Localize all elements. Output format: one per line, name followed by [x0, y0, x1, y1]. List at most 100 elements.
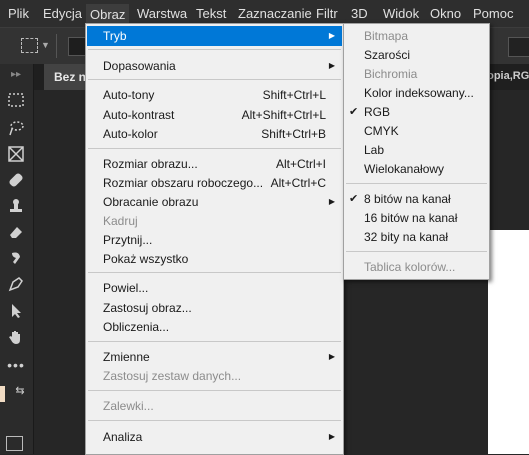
options-right-button[interactable] [508, 37, 529, 57]
menu-item-zmienne[interactable]: Zmienne ▶ [87, 347, 342, 367]
menu-item-shortcut: Alt+Ctrl+I [275, 157, 326, 171]
clone-stamp-tool-icon[interactable] [4, 197, 28, 219]
menu-item-rozmiar-obrazu[interactable]: Rozmiar obrazu... Alt+Ctrl+I [87, 154, 342, 174]
menu-item-label: 8 bitów na kanał [364, 192, 451, 206]
lasso-tool-icon[interactable] [4, 119, 28, 141]
menu-item-auto-tony[interactable]: Auto-tony Shift+Ctrl+L [87, 85, 342, 105]
menu-item-label: Rozmiar obrazu... [103, 157, 198, 171]
menu-separator [88, 390, 341, 391]
mode-item-bichromia: Bichromia [345, 64, 488, 84]
menu-item-label: Wielokanałowy [364, 162, 445, 176]
menu-tekst[interactable]: Tekst [196, 6, 226, 22]
rectangular-marquee-tool-icon[interactable] [4, 92, 28, 114]
eraser-tool-icon[interactable] [4, 223, 28, 245]
menu-item-label: Przytnij... [103, 233, 153, 247]
menu-item-zastosuj-zestaw: Zastosuj zestaw danych... [87, 366, 342, 386]
menu-item-label: Bichromia [364, 67, 418, 81]
menu-item-label: Auto-tony [103, 88, 155, 102]
mode-item-8-bit[interactable]: ✔ 8 bitów na kanał [345, 189, 488, 209]
menu-separator [346, 183, 487, 184]
mode-item-32-bit[interactable]: 32 bity na kanał [345, 227, 488, 247]
menu-obraz[interactable]: Obraz [86, 4, 130, 25]
menu-item-zastosuj-obraz[interactable]: Zastosuj obraz... [87, 298, 342, 318]
menu-item-przytnij[interactable]: Przytnij... [87, 230, 342, 250]
mode-item-tablica-kolorow: Tablica kolorów... [345, 257, 488, 277]
submenu-arrow-icon: ▶ [328, 432, 335, 441]
menu-item-label: Tryb [103, 29, 127, 43]
menu-edycja[interactable]: Edycja [43, 6, 82, 22]
menu-plik[interactable]: Plik [8, 6, 29, 22]
menu-item-label: Zastosuj obraz... [103, 301, 192, 315]
menu-item-label: Tablica kolorów... [364, 260, 456, 274]
menu-separator [346, 251, 487, 252]
menu-item-kadruj: Kadruj [87, 211, 342, 231]
menu-separator [88, 148, 341, 149]
crop-tool-icon[interactable] [4, 145, 28, 167]
menu-item-auto-kontrast[interactable]: Auto-kontrast Alt+Shift+Ctrl+L [87, 105, 342, 125]
mode-item-rgb[interactable]: ✔ RGB [345, 102, 488, 122]
toolbar-grip-icon: ▸▸ [10, 69, 22, 80]
menu-item-label: Bitmapa [364, 29, 409, 43]
menu-item-label: Obliczenia... [103, 320, 170, 334]
menu-item-shortcut: Shift+Ctrl+B [261, 127, 326, 141]
menu-item-dopasowania[interactable]: Dopasowania ▶ [87, 56, 342, 76]
menu-item-label: Dopasowania [103, 59, 176, 73]
foreground-color-swatch[interactable] [0, 386, 5, 402]
menu-item-pokaz-wszystko[interactable]: Pokaż wszystko [87, 249, 342, 269]
menu-item-label: Kolor indeksowany... [364, 86, 474, 100]
menu-warstwa[interactable]: Warstwa [137, 6, 187, 22]
healing-brush-tool-icon[interactable] [4, 171, 28, 193]
menu-item-analiza[interactable]: Analiza ▶ [87, 427, 342, 447]
smudge-tool-icon[interactable] [4, 249, 28, 271]
menu-separator [88, 272, 341, 273]
image-menu-dropdown: Tryb ▶ Dopasowania ▶ Auto-tony Shift+Ctr… [85, 23, 344, 455]
menu-item-powiel[interactable]: Powiel... [87, 278, 342, 298]
menu-item-label: Pokaż wszystko [103, 252, 189, 266]
path-selection-tool-icon[interactable] [4, 302, 28, 324]
menu-item-rozmiar-obszaru[interactable]: Rozmiar obszaru roboczego... Alt+Ctrl+C [87, 173, 342, 193]
menu-okno[interactable]: Okno [430, 6, 461, 22]
menu-item-label: Analiza [103, 430, 143, 444]
checkmark-icon: ✔ [349, 106, 359, 118]
menu-filtr[interactable]: Filtr [316, 6, 338, 22]
mode-item-cmyk[interactable]: CMYK [345, 121, 488, 141]
menu-3d[interactable]: 3D [351, 6, 368, 22]
menu-item-label: Obracanie obrazu [103, 195, 199, 209]
mode-item-szarosci[interactable]: Szarości [345, 45, 488, 65]
pen-tool-icon[interactable] [4, 275, 28, 297]
mode-item-16-bit[interactable]: 16 bitów na kanał [345, 208, 488, 228]
hand-tool-icon[interactable] [4, 328, 28, 350]
chevron-down-icon[interactable]: ▼ [41, 40, 50, 50]
menu-item-obracanie-obrazu[interactable]: Obracanie obrazu ▶ [87, 192, 342, 212]
menu-item-label: RGB [364, 105, 391, 119]
menu-item-label: CMYK [364, 124, 399, 138]
menu-item-label: Szarości [364, 48, 411, 62]
mode-item-kolor-indeksowany[interactable]: Kolor indeksowany... [345, 83, 488, 103]
rectangular-marquee-icon[interactable] [21, 38, 38, 53]
menu-separator [88, 49, 341, 50]
menu-item-shortcut: Alt+Shift+Ctrl+L [241, 108, 326, 122]
menu-item-obliczenia[interactable]: Obliczenia... [87, 317, 342, 337]
menu-item-auto-kolor[interactable]: Auto-kolor Shift+Ctrl+B [87, 124, 342, 144]
menu-pomoc[interactable]: Pomoc [473, 6, 513, 22]
quick-mask-icon[interactable] [6, 436, 23, 451]
more-tools-icon[interactable]: ••• [4, 354, 28, 376]
options-divider [56, 34, 57, 58]
menu-separator [88, 420, 341, 421]
mode-item-wielokanalowy[interactable]: Wielokanałowy [345, 159, 488, 179]
menu-separator [88, 79, 341, 80]
menu-widok[interactable]: Widok [383, 6, 419, 22]
submenu-arrow-icon: ▶ [328, 352, 335, 361]
swap-colors-icon[interactable]: ⇆ [8, 380, 32, 402]
menu-item-label: Auto-kolor [103, 127, 158, 141]
document-canvas[interactable] [488, 230, 529, 454]
menu-item-label: 16 bitów na kanał [364, 211, 458, 225]
menu-zaznaczanie[interactable]: Zaznaczanie [238, 6, 312, 22]
mode-item-lab[interactable]: Lab [345, 140, 488, 160]
mode-item-bitmapa: Bitmapa [345, 26, 488, 46]
menu-item-tryb[interactable]: Tryb ▶ [87, 26, 342, 46]
submenu-arrow-icon: ▶ [328, 197, 335, 206]
menu-item-shortcut: Alt+Ctrl+C [270, 176, 326, 190]
menu-item-label: Zalewki... [103, 399, 154, 413]
menu-item-zalewki: Zalewki... [87, 396, 342, 416]
